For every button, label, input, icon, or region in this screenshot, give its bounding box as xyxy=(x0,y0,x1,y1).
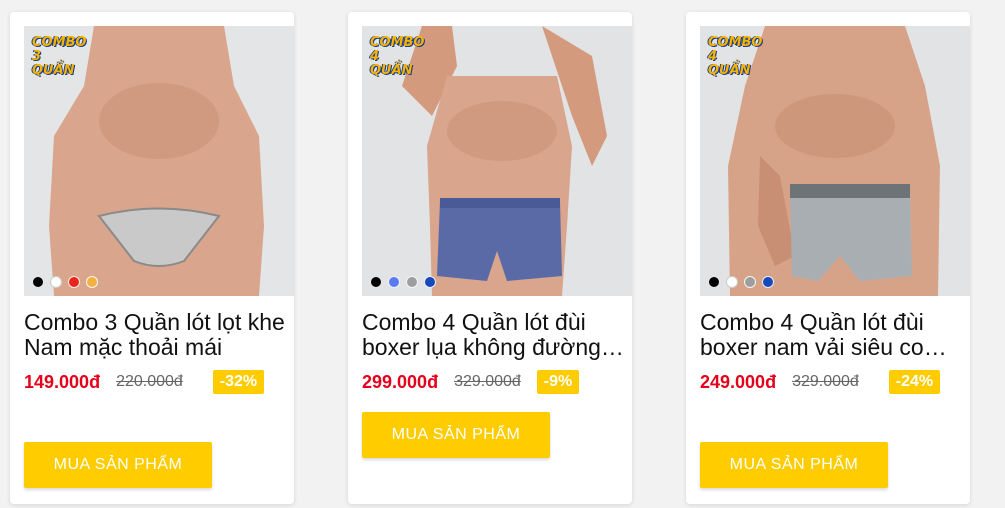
combo-badge: COMBO 4 QUẦN xyxy=(364,28,426,78)
color-swatches xyxy=(708,276,774,288)
price-row: 249.000đ 329.000đ -24% xyxy=(700,370,962,394)
product-title[interactable]: Combo 3 Quần lót lọt khe Nam mặc thoải m… xyxy=(24,310,286,360)
combo-badge-label: COMBO 4 QUẦN xyxy=(370,35,425,78)
color-swatch-navy[interactable] xyxy=(762,276,774,288)
product-image[interactable]: COMBO 3 QUẦN xyxy=(24,26,294,296)
price-row: 149.000đ 220.000đ -32% xyxy=(24,370,286,394)
color-swatch-gray[interactable] xyxy=(406,276,418,288)
underwear-shape xyxy=(790,186,912,281)
buy-button[interactable]: MUA SẢN PHẨM xyxy=(700,442,888,488)
combo-badge-label: COMBO 3 QUẦN xyxy=(32,35,87,78)
product-title[interactable]: Combo 4 Quần lót đùi boxer nam vải siêu … xyxy=(700,310,962,360)
color-swatches xyxy=(32,276,98,288)
original-price: 220.000đ xyxy=(116,373,183,390)
discount-badge: -9% xyxy=(536,370,580,394)
buy-button[interactable]: MUA SẢN PHẨM xyxy=(362,412,550,458)
product-card[interactable]: COMBO 4 QUẦN Combo 4 Quần lót đùi boxer … xyxy=(348,12,632,504)
sale-price: 299.000đ xyxy=(362,371,439,392)
combo-badge: COMBO 4 QUẦN xyxy=(702,28,764,78)
combo-badge: COMBO 3 QUẦN xyxy=(26,28,88,78)
color-swatch-black[interactable] xyxy=(708,276,720,288)
color-swatch-black[interactable] xyxy=(32,276,44,288)
original-price: 329.000đ xyxy=(454,373,521,390)
product-title[interactable]: Combo 4 Quần lót đùi boxer lụa không đườ… xyxy=(362,310,624,360)
product-image[interactable]: COMBO 4 QUẦN xyxy=(362,26,632,296)
color-swatch-black[interactable] xyxy=(370,276,382,288)
color-swatch-red[interactable] xyxy=(68,276,80,288)
color-swatch-white[interactable] xyxy=(50,276,62,288)
discount-badge: -24% xyxy=(888,370,941,394)
price-row: 299.000đ 329.000đ -9% xyxy=(362,370,624,394)
original-price: 329.000đ xyxy=(792,373,859,390)
color-swatch-orange[interactable] xyxy=(86,276,98,288)
color-swatch-white[interactable] xyxy=(726,276,738,288)
combo-badge-label: COMBO 4 QUẦN xyxy=(708,35,763,78)
sale-price: 149.000đ xyxy=(24,371,101,392)
product-image[interactable]: COMBO 4 QUẦN xyxy=(700,26,970,296)
sale-price: 249.000đ xyxy=(700,371,777,392)
product-card[interactable]: COMBO 3 QUẦN Combo 3 Quần lót lọt khe Na… xyxy=(10,12,294,504)
discount-badge: -32% xyxy=(212,370,265,394)
color-swatch-light-blue[interactable] xyxy=(388,276,400,288)
color-swatch-navy[interactable] xyxy=(424,276,436,288)
buy-button[interactable]: MUA SẢN PHẨM xyxy=(24,442,212,488)
product-card[interactable]: COMBO 4 QUẦN Combo 4 Quần lót đùi boxer … xyxy=(686,12,970,504)
color-swatch-gray[interactable] xyxy=(744,276,756,288)
color-swatches xyxy=(370,276,436,288)
